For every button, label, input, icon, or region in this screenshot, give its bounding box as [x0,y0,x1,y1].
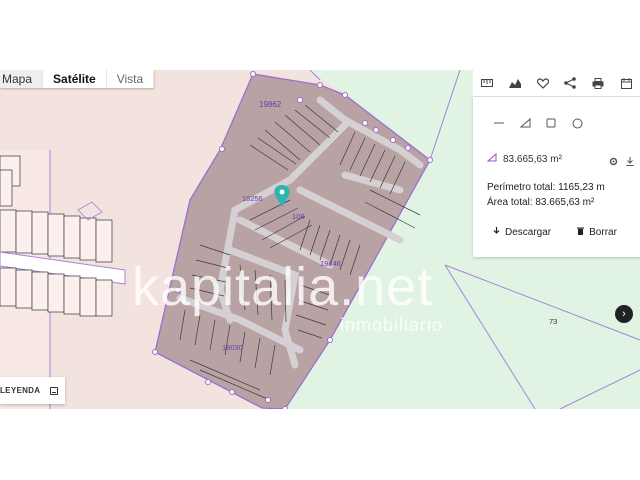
collapse-panel-button[interactable]: › [615,305,633,323]
download-small-icon[interactable] [626,153,634,171]
parcel-label-a: 18256 [242,194,263,203]
map-type-selector: Mapa Satélite Vista [0,70,155,88]
circle-tool-icon[interactable] [569,115,585,131]
ruler-icon[interactable] [477,73,497,93]
download-icon [493,227,500,238]
calendar-icon[interactable] [616,73,636,93]
measurement-item-actions [609,153,634,171]
map-type-mapa[interactable]: Mapa [0,70,44,88]
parcel-label-field: 73 [549,317,557,326]
delete-label: Borrar [589,227,617,238]
perimeter-total: Perímetro total: 1165,23 m [487,182,605,193]
line-tool-icon[interactable] [491,115,507,131]
map-type-vista[interactable]: Vista [107,70,155,88]
draw-tools [491,115,585,131]
parcel-label-main: 19862 [259,100,282,109]
legend-button[interactable]: LEYENDA [0,377,65,404]
legend-toggle-icon [50,386,59,395]
download-label: Descargar [505,227,552,238]
parcel-label-c: 19846 [320,259,341,268]
parcel-label-d: 18030 [222,343,243,352]
measurement-item: 83.665,63 m² [486,152,562,165]
measurement-area-value: 83.665,63 m² [503,153,562,165]
polygon-tool-icon[interactable] [517,115,533,131]
download-button[interactable]: Descargar [493,227,551,238]
print-icon[interactable] [588,73,608,93]
legend-label: LEYENDA [0,386,41,395]
rectangle-tool-icon[interactable] [543,115,559,131]
settings-gear-icon[interactable] [609,153,618,171]
elevation-chart-icon[interactable] [505,73,525,93]
share-icon[interactable] [560,73,580,93]
delete-button[interactable]: Borrar [577,227,617,238]
chevron-right-icon: › [622,308,626,320]
measurement-panel: 83.665,63 m² Perímetro total: 1165,23 m … [473,97,640,257]
trash-icon [577,227,585,238]
measurement-actions: Descargar Borrar [493,227,617,238]
small-outline-shape [77,201,103,221]
map-viewport[interactable]: 19862 18256 108 19846 18030 73 kapitalia… [0,70,640,409]
map-toolbar [473,70,640,97]
parcel-label-b: 108 [292,212,305,221]
heart-icon[interactable] [533,73,553,93]
area-total: Área total: 83.665,63 m² [487,197,595,208]
polygon-shape-icon [486,152,497,165]
map-type-satelite[interactable]: Satélite [43,70,107,88]
